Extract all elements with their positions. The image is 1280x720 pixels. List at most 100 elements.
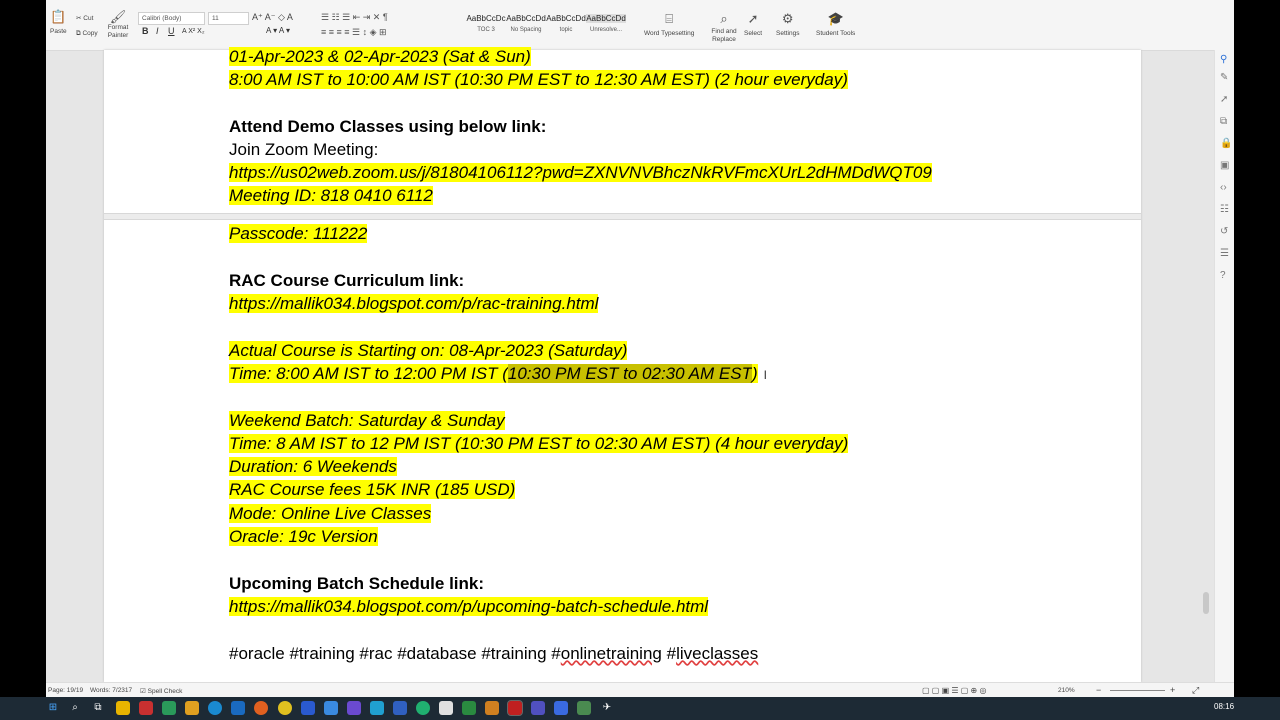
app-icon-word[interactable] [393,701,407,715]
word-typesetting-button[interactable]: ⌸ Word Typesetting [644,11,694,38]
view-mode-icon[interactable]: ▢ ▢ ▣ ☰ ▢ ⊕ ◎ [922,686,986,695]
strikethrough-icon[interactable]: A X² X₂ [182,28,205,35]
weekend-batch-line: Weekend Batch: Saturday & Sunday [229,411,505,430]
lock-icon[interactable]: 🔒 [1220,138,1232,149]
curriculum-link[interactable]: https://mallik034.blogspot.com/p/rac-tra… [229,294,599,313]
student-tools-button[interactable]: 🎓 Student Tools [816,11,855,38]
zoom-link[interactable]: https://us02web.zoom.us/j/81804106112?pw… [229,163,932,182]
duration-line: Duration: 6 Weekends [229,457,397,476]
right-tool-pane: ⚲ ✎ ➚ ⧉ 🔒 ▣ ‹› ☷ ↺ ☰ ? [1214,50,1234,682]
app-icon-blue[interactable] [231,701,245,715]
location-pin-icon[interactable]: ⚲ [1220,54,1227,65]
align-icon[interactable]: ≡ ≡ ≡ ≡ ☰ ↕ ◈ ⊞ [321,27,387,38]
app-icon-orange[interactable] [485,701,499,715]
style-unresolved[interactable]: AaBbCcDd Unresolve... [586,14,626,33]
join-zoom-label: Join Zoom Meeting: [229,140,379,159]
curriculum-heading: RAC Course Curriculum link: [229,271,465,290]
windows-start-icon[interactable]: ⊞ [46,701,60,715]
underline-icon[interactable]: U [168,26,175,36]
text-cursor-icon: I [763,368,767,382]
graduation-cap-icon: 🎓 [827,11,844,26]
page-break [104,213,1141,220]
meeting-id-line: Meeting ID: 818 0410 6112 [229,186,433,205]
chrome-icon[interactable] [278,701,292,715]
font-size-adjust-icon[interactable]: A⁺ A⁻ ◇ A [252,12,293,23]
search-icon: ⌕ [720,11,728,26]
fullscreen-icon[interactable]: ⤢ [1192,685,1199,696]
course-time-line: Time: 8:00 AM IST to 12:00 PM IST (10:30… [229,364,767,383]
app-icon-yellow[interactable] [185,701,199,715]
app-icon-gray[interactable]: ✈ [600,701,614,715]
italic-icon[interactable]: I [156,26,159,36]
style-toc3[interactable]: AaBbCcDc TOC 3 [466,14,506,33]
passcode-line: Passcode: 111222 [229,224,368,243]
zoom-slider[interactable] [1110,690,1165,691]
zoom-out-icon[interactable]: − [1096,685,1101,695]
task-view-icon[interactable]: ⧉ [91,701,105,715]
style-topic[interactable]: AaBbCcDd topic [546,14,586,33]
help-icon[interactable]: ? [1220,270,1226,281]
ribbon-toolbar: 📋 Paste ✂ Cut ⧉ Copy 🖌 Format Painter Ca… [46,0,1234,51]
demo-heading: Attend Demo Classes using below link: [229,117,547,136]
font-name-select[interactable]: Calibri (Body) [138,12,205,25]
copy-button[interactable]: ⧉ Copy [76,30,98,38]
font-size-select[interactable]: 11 [208,12,249,25]
fees-line: RAC Course fees 15K INR (185 USD) [229,480,516,499]
font-color-icon[interactable]: A ▾ A ▾ [266,26,290,35]
course-start-line: Actual Course is Starting on: 08-Apr-202… [229,341,628,360]
app-icon-green[interactable] [162,701,176,715]
firefox-icon[interactable] [254,701,268,715]
cut-button[interactable]: ✂ Cut [76,14,93,22]
app-icon-olive[interactable] [577,701,591,715]
zoom-in-icon[interactable]: + [1170,685,1175,695]
clipboard-icon: 📋 [50,9,67,24]
cursor-icon: ➚ [747,11,759,26]
app-icon-excel[interactable] [462,701,476,715]
word-count: Words: 7/2317 [90,687,133,694]
app-icon-cyan[interactable] [370,701,384,715]
settings-button[interactable]: ⚙ Settings [776,11,800,38]
app-icon-white[interactable] [439,701,453,715]
storage-icon[interactable]: ☰ [1220,248,1229,259]
app-icon-indigo[interactable] [554,701,568,715]
bold-icon[interactable]: B [142,26,149,36]
edge-icon[interactable] [208,701,222,715]
date-line: 01-Apr-2023 & 02-Apr-2023 (Sat & Sun) [229,47,531,66]
typesetting-icon: ⌸ [665,11,674,26]
format-painter-button[interactable]: 🖌 Format Painter [106,10,130,40]
schedule-heading: Upcoming Batch Schedule link: [229,574,485,593]
paste-button[interactable]: 📋 Paste [50,9,67,36]
vertical-scrollbar[interactable] [1203,592,1209,614]
schedule-link[interactable]: https://mallik034.blogspot.com/p/upcomin… [229,597,709,616]
app-icon-red[interactable] [139,701,153,715]
find-replace-button[interactable]: ⌕ Find and Replace [708,12,740,44]
edit-icon[interactable]: ✎ [1220,72,1228,83]
app-icon-lightblue[interactable] [324,701,338,715]
history-icon[interactable]: ↺ [1220,226,1228,237]
style-no-spacing[interactable]: AaBbCcDd No Spacing [506,14,546,33]
word-processor-window: 📋 Paste ✂ Cut ⧉ Copy 🖌 Format Painter Ca… [46,0,1234,697]
app-icon-teal[interactable] [416,701,430,715]
mode-line: Mode: Online Live Classes [229,504,432,523]
app-icon-purple[interactable] [347,701,361,715]
code-icon[interactable]: ‹› [1220,182,1227,193]
app-icon-navy[interactable] [301,701,315,715]
gear-icon: ⚙ [781,11,794,26]
select-arrow-icon[interactable]: ➚ [1220,94,1228,105]
taskbar: ⊞ ⌕ ⧉ ✈ 08:16 [0,697,1280,720]
wps-writer-icon[interactable] [507,700,523,716]
select-button[interactable]: ➚ Select [744,11,762,38]
spell-check-button[interactable]: ☑ Spell Check [140,687,182,695]
teams-icon[interactable] [531,701,545,715]
sliders-icon[interactable]: ☷ [1220,204,1229,215]
search-icon[interactable]: ⌕ [68,701,82,715]
paintbrush-icon: 🖌 [109,9,127,24]
clock: 08:16 [1214,702,1235,711]
list-format-icon[interactable]: ☰ ☷ ☰ ⇤ ⇥ ✕ ¶ [321,12,388,23]
image-icon[interactable]: ▣ [1220,160,1229,171]
shapes-icon[interactable]: ⧉ [1220,116,1227,127]
zoom-level[interactable]: 210% [1058,687,1075,694]
hashtags-line: #oracle #training #rac #database #traini… [229,644,759,663]
demo-time-line: 8:00 AM IST to 10:00 AM IST (10:30 PM ES… [229,70,848,89]
file-explorer-icon[interactable] [116,701,130,715]
